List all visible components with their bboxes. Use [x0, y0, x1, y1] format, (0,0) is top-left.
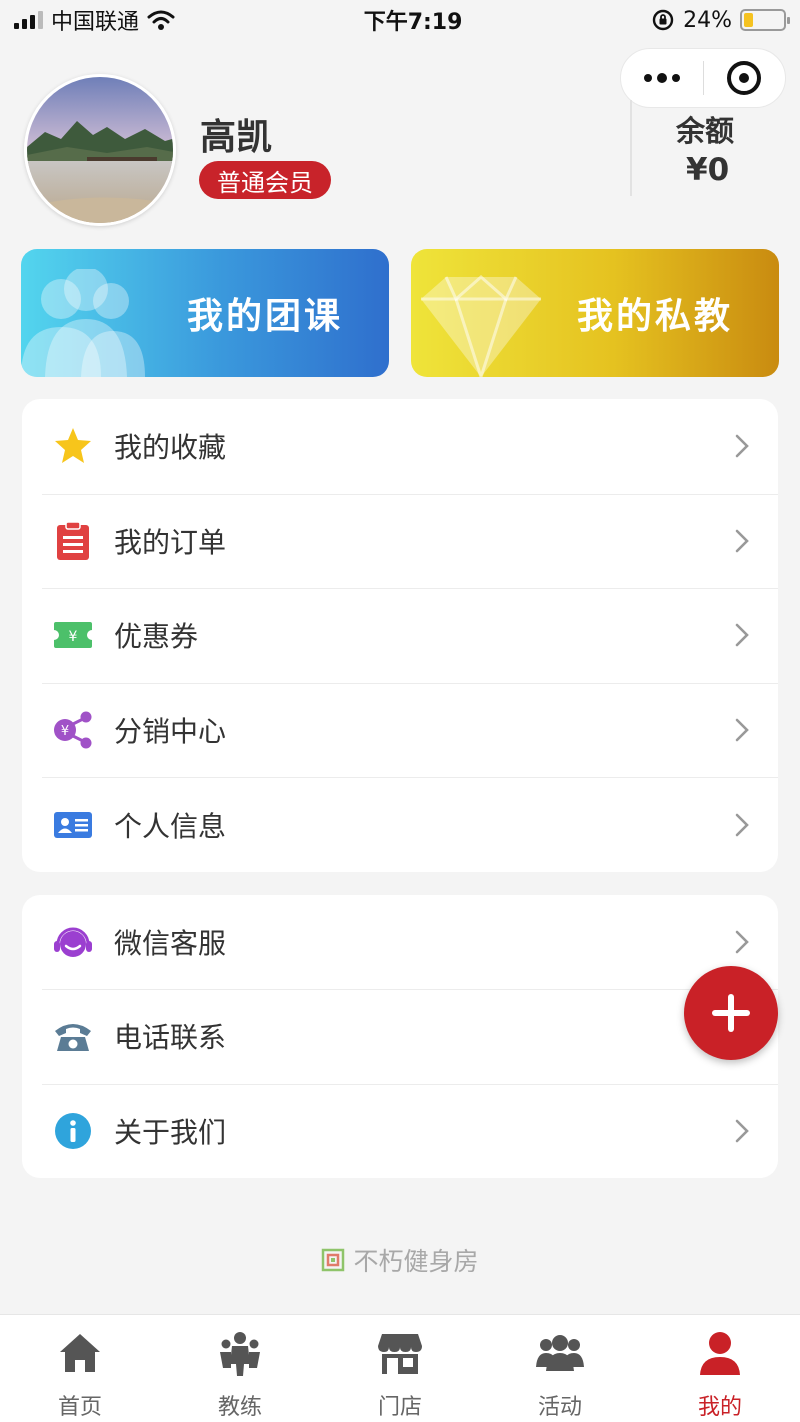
chevron-right-icon	[735, 1119, 749, 1143]
menu-item-orders[interactable]: 我的订单	[22, 493, 778, 589]
user-name: 高凯	[200, 117, 273, 158]
plus-icon	[712, 994, 750, 1032]
my-group-class-card[interactable]: 我的团课	[21, 249, 389, 377]
menu-item-coupons[interactable]: ¥ 优惠券	[22, 588, 778, 683]
status-bar: 中国联通 下午7:19 24%	[0, 0, 800, 40]
carrier-label: 中国联通	[51, 10, 140, 35]
tab-label: 我的	[697, 1395, 742, 1420]
tab-label: 门店	[377, 1395, 422, 1420]
battery-percent: 24%	[683, 7, 732, 33]
brand-name: 不朽健身房	[353, 1247, 479, 1276]
menu-item-favorites[interactable]: 我的收藏	[22, 399, 778, 494]
user-icon	[696, 1329, 744, 1377]
balance-value[interactable]: ¥0	[686, 152, 729, 188]
menu-item-label: 我的收藏	[114, 431, 227, 465]
main-menu-panel: 我的收藏 我的订单 ¥ 优惠券 ¥ 分销中心 个人信息	[22, 399, 778, 872]
coupon-icon: ¥	[53, 615, 93, 655]
menu-item-label: 电话联系	[114, 1021, 227, 1055]
group-people-icon	[21, 269, 145, 377]
my-group-class-label: 我的团课	[186, 296, 343, 337]
chevron-right-icon	[735, 434, 749, 458]
battery-icon	[740, 9, 790, 31]
menu-item-wechat-service[interactable]: 微信客服	[22, 895, 778, 989]
menu-item-phone-contact[interactable]: 电话联系	[22, 989, 778, 1083]
info-icon	[53, 1111, 93, 1151]
tab-label: 首页	[57, 1395, 102, 1420]
tab-label: 活动	[537, 1395, 582, 1420]
diamond-icon	[421, 275, 541, 377]
menu-item-label: 优惠券	[114, 620, 199, 654]
svg-text:¥: ¥	[61, 724, 69, 739]
more-button[interactable]	[621, 49, 703, 107]
star-icon	[53, 426, 93, 466]
home-icon	[56, 1329, 104, 1377]
support-menu-panel: 微信客服 电话联系 关于我们	[22, 895, 778, 1178]
phone-icon	[53, 1016, 93, 1056]
tab-home[interactable]: 首页	[0, 1315, 160, 1422]
target-icon	[727, 61, 762, 95]
menu-item-label: 分销中心	[114, 715, 227, 749]
tab-label: 教练	[217, 1395, 262, 1420]
menu-item-distribution[interactable]: ¥ 分销中心	[22, 682, 778, 778]
brand-footer: 不朽健身房	[0, 1242, 800, 1278]
capsule-menu	[620, 48, 786, 108]
my-private-coach-card[interactable]: 我的私教	[411, 249, 779, 377]
close-miniprogram-button[interactable]	[704, 49, 786, 107]
rotation-lock-icon	[652, 9, 674, 31]
my-private-coach-label: 我的私教	[576, 296, 733, 337]
clock: 下午7:19	[363, 10, 463, 35]
member-level-badge: 普通会员	[199, 161, 331, 199]
tab-coach[interactable]: 教练	[160, 1315, 320, 1422]
menu-item-label: 关于我们	[114, 1115, 227, 1149]
chevron-right-icon	[735, 529, 749, 553]
headset-icon	[53, 922, 93, 962]
tab-store[interactable]: 门店	[320, 1315, 480, 1422]
group-icon	[536, 1329, 584, 1377]
tab-mine[interactable]: 我的	[640, 1315, 800, 1422]
chevron-right-icon	[735, 930, 749, 954]
coach-icon	[216, 1329, 264, 1377]
signal-icon	[14, 11, 43, 29]
chevron-right-icon	[735, 813, 749, 836]
chevron-right-icon	[735, 624, 749, 647]
more-dots-icon	[643, 72, 680, 83]
avatar[interactable]	[24, 74, 176, 226]
menu-item-label: 微信客服	[114, 927, 227, 961]
menu-item-profile-info[interactable]: 个人信息	[22, 777, 778, 872]
share-icon: ¥	[53, 710, 93, 750]
clipboard-icon	[53, 521, 93, 561]
store-icon	[376, 1329, 424, 1377]
menu-item-label: 我的订单	[114, 525, 227, 559]
menu-item-label: 个人信息	[114, 809, 227, 843]
menu-item-about-us[interactable]: 关于我们	[22, 1083, 778, 1178]
balance-divider	[630, 100, 632, 196]
tab-bar: 首页 教练 门店 活动 我的	[0, 1314, 800, 1422]
wifi-icon	[147, 10, 175, 30]
id-card-icon	[53, 805, 93, 845]
floating-add-button[interactable]	[684, 966, 778, 1060]
svg-text:¥: ¥	[69, 629, 78, 645]
brand-logo-icon	[322, 1248, 345, 1272]
chevron-right-icon	[735, 718, 749, 742]
balance-label: 余额	[676, 114, 735, 148]
tab-activity[interactable]: 活动	[480, 1315, 640, 1422]
